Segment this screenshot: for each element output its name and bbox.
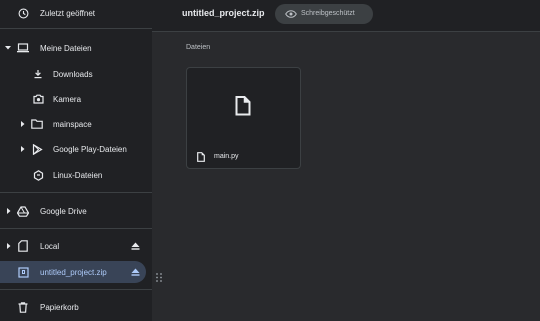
clock-icon [17, 7, 29, 19]
sidebar-item-play-files[interactable]: Google Play-Dateien [0, 138, 150, 160]
sidebar-item-zip[interactable]: untitled_project.zip [0, 261, 146, 283]
sidebar-item-camera[interactable]: Kamera [0, 88, 150, 110]
divider [0, 192, 152, 193]
sidebar-item-label: Meine Dateien [40, 43, 92, 53]
file-icon [197, 152, 205, 162]
sidebar-item-local[interactable]: Local [0, 235, 150, 257]
sidebar-item-label: Zuletzt geöffnet [40, 8, 95, 18]
camera-icon [32, 93, 44, 105]
folder-icon [31, 118, 43, 130]
sidebar-item-linux-files[interactable]: Linux-Dateien [0, 164, 150, 186]
sidebar-item-label: Downloads [53, 69, 93, 79]
sidebar-item-my-files[interactable]: Meine Dateien [0, 37, 150, 59]
sidebar-item-label: Kamera [53, 94, 82, 104]
sidebar-item-label: Google Drive [40, 206, 87, 216]
section-heading: Dateien [186, 44, 211, 51]
divider [0, 28, 152, 29]
linux-icon [32, 169, 44, 181]
sidebar-item-label: untitled_project.zip [40, 267, 107, 277]
file-preview-icon [235, 96, 251, 116]
sidebar-item-downloads[interactable]: Downloads [0, 63, 150, 85]
readonly-label: Schreibgeschützt [301, 10, 355, 17]
download-icon [32, 68, 44, 80]
sidebar-item-trash[interactable]: Papierkorb [0, 296, 150, 318]
trash-icon [17, 301, 29, 313]
file-card-footer: main.py [187, 146, 300, 168]
sidebar-item-google-drive[interactable]: Google Drive [0, 200, 150, 222]
eject-icon[interactable] [129, 240, 141, 252]
file-card[interactable]: main.py [186, 67, 301, 169]
page-title: untitled_project.zip [182, 8, 265, 18]
google-drive-icon [17, 205, 29, 217]
chevron-right-icon[interactable] [5, 242, 13, 250]
eject-icon[interactable] [129, 266, 141, 278]
sidebar-item-label: Papierkorb [40, 302, 79, 312]
header: untitled_project.zip Schreibgeschützt [152, 0, 540, 32]
splitter-handle[interactable] [156, 273, 162, 282]
archive-icon [17, 266, 29, 278]
main-pane: untitled_project.zip Schreibgeschützt Da… [152, 0, 540, 321]
eye-icon [285, 10, 297, 18]
sidebar: Zuletzt geöffnet Meine Dateien Downloads… [0, 0, 152, 321]
sidebar-item-label: Linux-Dateien [53, 170, 103, 180]
sidebar-item-mainspace[interactable]: mainspace [0, 113, 150, 135]
chevron-right-icon[interactable] [19, 145, 27, 153]
sd-card-icon [17, 240, 29, 252]
laptop-icon [17, 42, 29, 54]
chevron-right-icon[interactable] [5, 207, 13, 215]
readonly-badge[interactable]: Schreibgeschützt [275, 4, 373, 24]
chevron-right-icon[interactable] [19, 120, 27, 128]
play-store-icon [31, 143, 43, 155]
sidebar-item-label: Google Play-Dateien [53, 144, 127, 154]
sidebar-item-label: mainspace [53, 119, 92, 129]
chevron-down-icon[interactable] [4, 44, 12, 52]
divider [0, 228, 152, 229]
sidebar-item-recent[interactable]: Zuletzt geöffnet [0, 2, 150, 24]
divider [0, 289, 152, 290]
sidebar-item-label: Local [40, 241, 60, 251]
file-name: main.py [214, 153, 239, 160]
